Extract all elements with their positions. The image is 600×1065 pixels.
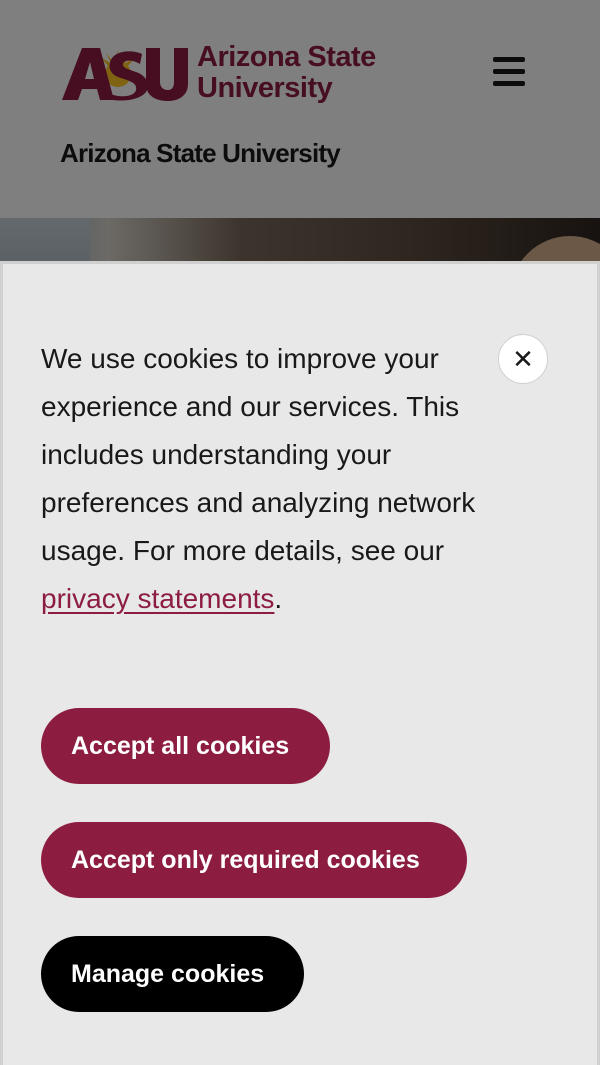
close-icon: ✕ (512, 344, 534, 374)
cookie-consent-banner: We use cookies to improve your experienc… (0, 261, 600, 1065)
close-button[interactable]: ✕ (498, 334, 548, 384)
manage-cookies-button[interactable]: Manage cookies (41, 936, 304, 1012)
privacy-statements-link[interactable]: privacy statements (41, 583, 274, 614)
cookie-message-end: . (274, 583, 283, 614)
page: Arizona State University Arizona State U… (0, 0, 600, 1065)
accept-required-cookies-button[interactable]: Accept only required cookies (41, 822, 467, 898)
cookie-message-text: We use cookies to improve your experienc… (41, 343, 476, 566)
accept-all-cookies-button[interactable]: Accept all cookies (41, 708, 330, 784)
cookie-message: We use cookies to improve your experienc… (41, 335, 521, 623)
